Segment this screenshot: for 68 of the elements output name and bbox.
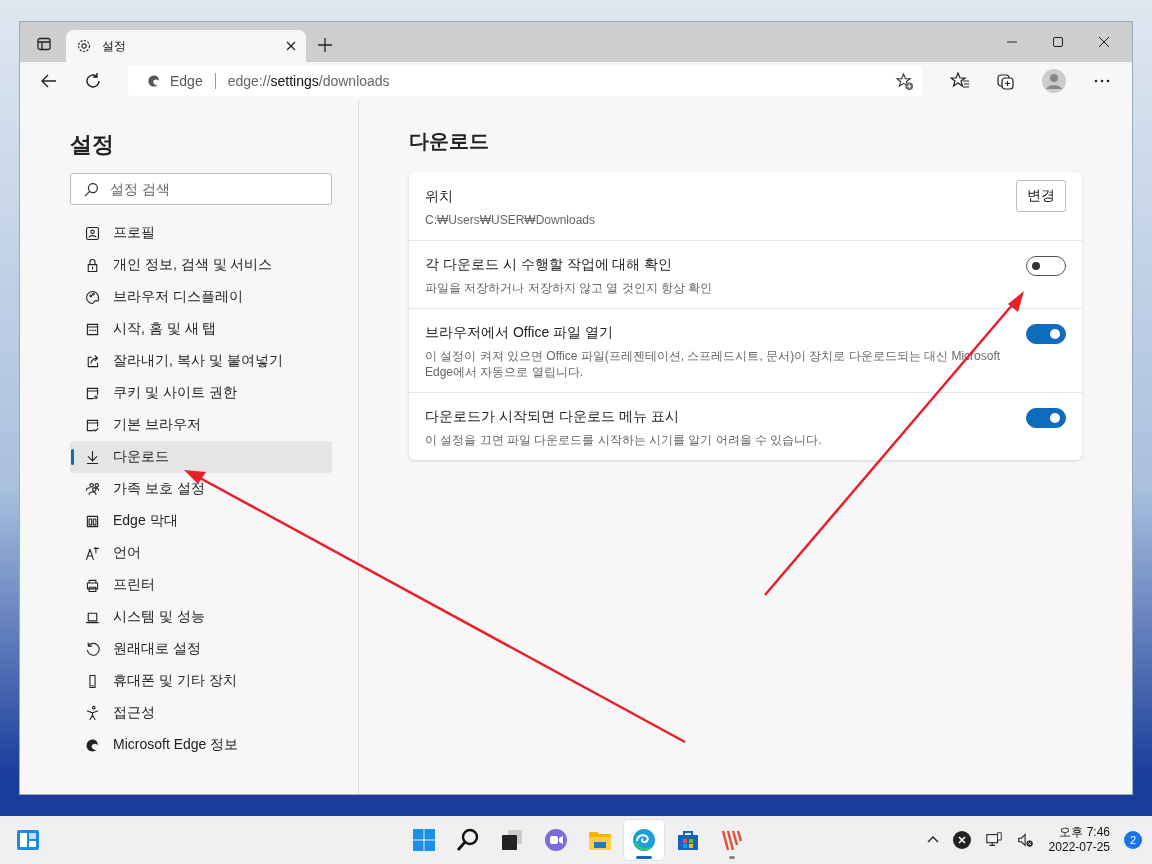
sidebar-item[interactable]: 쿠키 및 사이트 권한: [70, 377, 332, 409]
sidebar-item[interactable]: 프린터: [70, 569, 332, 601]
reset-icon: [84, 640, 101, 658]
sidebar-item[interactable]: 프로필: [70, 217, 332, 249]
add-favorite-icon[interactable]: [895, 71, 914, 91]
sidebar-item[interactable]: Edge 막대: [70, 505, 332, 537]
setting-title: 각 다운로드 시 수행할 작업에 대해 확인: [425, 256, 674, 274]
browser-tab[interactable]: 설정: [66, 30, 306, 62]
sidebar-item[interactable]: 잘라내기, 복사 및 붙여넣기: [70, 345, 332, 377]
favorites-icon[interactable]: [950, 71, 970, 91]
family-icon: [84, 480, 101, 498]
notification-badge[interactable]: 2: [1124, 831, 1142, 849]
network-icon[interactable]: [984, 831, 1003, 849]
download-icon: [84, 448, 101, 466]
close-circle-icon[interactable]: [952, 831, 971, 849]
toggle-switch[interactable]: [1026, 324, 1066, 344]
refresh-icon[interactable]: [84, 72, 102, 90]
sidebar-title: 설정: [70, 131, 115, 159]
setting-description: 파일을 저장하거나 저장하지 않고 열 것인지 항상 확인: [425, 280, 714, 296]
volume-muted-icon[interactable]: [1016, 831, 1035, 849]
sidebar-item[interactable]: 휴대폰 및 기타 장치: [70, 665, 332, 697]
collections-icon[interactable]: [996, 71, 1016, 91]
setting-title: 브라우저에서 Office 파일 열기: [425, 324, 614, 342]
sidebar-item[interactable]: 언어: [70, 537, 332, 569]
search-field[interactable]: 설정 검색: [70, 173, 332, 205]
edge-logo-icon: [632, 828, 656, 852]
sidebar-item[interactable]: 시스템 및 성능: [70, 601, 332, 633]
setting-description: C:₩Users₩USER₩Downloads: [425, 212, 597, 228]
edge-logo-icon: [146, 73, 162, 89]
accessibility-icon: [84, 704, 101, 722]
avatar-icon[interactable]: [1042, 69, 1066, 93]
new-tab-icon[interactable]: [318, 38, 332, 52]
page-title: 다운로드: [409, 129, 490, 154]
tab-actions-icon[interactable]: [36, 36, 52, 52]
close-icon[interactable]: [1098, 36, 1110, 48]
sidebar-item[interactable]: 브라우저 디스플레이: [70, 281, 332, 313]
sidebar-item[interactable]: 접근성: [70, 697, 332, 729]
sidebar-item[interactable]: 원래대로 설정: [70, 633, 332, 665]
start-icon: [412, 828, 436, 852]
widgets-icon[interactable]: [16, 828, 40, 852]
app-icon: [720, 828, 744, 852]
sidebar-item[interactable]: Microsoft Edge 정보: [70, 729, 332, 761]
sidebar-item[interactable]: 시작, 홈 및 새 탭: [70, 313, 332, 345]
profile-icon: [84, 224, 101, 242]
clock-time[interactable]: 오후 7:46: [1059, 825, 1110, 840]
sidebar-item[interactable]: 기본 브라우저: [70, 409, 332, 441]
site-label: Edge: [170, 73, 203, 89]
toggle-switch[interactable]: [1026, 408, 1066, 428]
maximize-icon[interactable]: [1052, 36, 1064, 48]
settings-icon: [76, 38, 92, 54]
url-text: edge://settings/downloads: [227, 73, 390, 89]
clock-date[interactable]: 2022-07-25: [1048, 840, 1110, 855]
language-icon: [84, 544, 101, 562]
close-icon[interactable]: [286, 41, 296, 51]
task-view-icon: [500, 828, 524, 852]
store-icon: [676, 828, 700, 852]
change-button[interactable]: 변경: [1016, 180, 1066, 212]
address-bar[interactable]: Edge edge://settings/downloads: [128, 66, 922, 96]
toggle-switch[interactable]: [1026, 256, 1066, 276]
search-icon: [456, 828, 480, 852]
back-icon[interactable]: [40, 72, 58, 90]
chat-icon: [544, 828, 568, 852]
sidebar-item[interactable]: 다운로드: [70, 441, 332, 473]
setting-title: 위치: [425, 188, 454, 206]
setting-description: 이 설정을 끄면 파일 다운로드를 시작하는 시기를 알기 어려울 수 있습니다.: [425, 432, 823, 448]
sidebar-item[interactable]: 가족 보호 설정: [70, 473, 332, 505]
setting-title: 다운로드가 시작되면 다운로드 메뉴 표시: [425, 408, 680, 426]
sidebar-item[interactable]: 개인 정보, 검색 및 서비스: [70, 249, 332, 281]
